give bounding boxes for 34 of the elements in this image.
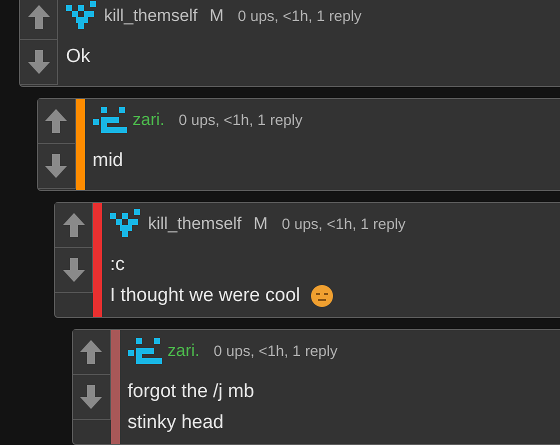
comment-text: forgot the /j mb [128, 380, 254, 404]
comment-text: stinky head [128, 411, 224, 435]
username-link[interactable]: kill_themself [104, 6, 198, 26]
username-link[interactable]: zari. [168, 341, 200, 361]
comment-text: I thought we were cool [110, 284, 300, 308]
comment-meta: 0 ups, <1h, 1 reply [178, 112, 302, 128]
up-arrow-icon [62, 212, 86, 238]
down-arrow-icon [44, 153, 68, 179]
gender-label: M [210, 6, 224, 26]
comment-meta: 0 ups, <1h, 1 reply [214, 342, 338, 360]
gender-label: M [254, 214, 268, 234]
comment-text: mid [92, 149, 124, 173]
pixel-avatar-icon [92, 105, 128, 135]
down-arrow-icon [62, 257, 86, 283]
username-link[interactable]: kill_themself [148, 214, 242, 234]
downvote-button[interactable] [55, 248, 93, 293]
upvote-button[interactable] [55, 203, 93, 248]
username-link[interactable]: zari. [132, 110, 165, 130]
comment-meta: 0 ups, <1h, 1 reply [282, 216, 406, 232]
comment-meta: 0 ups, <1h, 1 reply [238, 8, 362, 24]
up-arrow-icon [79, 339, 103, 365]
down-arrow-icon [79, 384, 103, 410]
comment-text: Ok [66, 45, 90, 69]
up-arrow-icon [44, 108, 68, 134]
upvote-button[interactable] [72, 330, 110, 375]
comment-text: :c [110, 253, 125, 277]
upvote-button[interactable] [20, 0, 58, 40]
downvote-button[interactable] [72, 375, 110, 420]
down-arrow-icon [26, 49, 50, 75]
downvote-button[interactable] [20, 40, 58, 85]
pixel-avatar-icon [128, 336, 164, 366]
downvote-button[interactable] [38, 144, 76, 189]
up-arrow-icon [26, 4, 50, 30]
upvote-button[interactable] [38, 99, 76, 144]
